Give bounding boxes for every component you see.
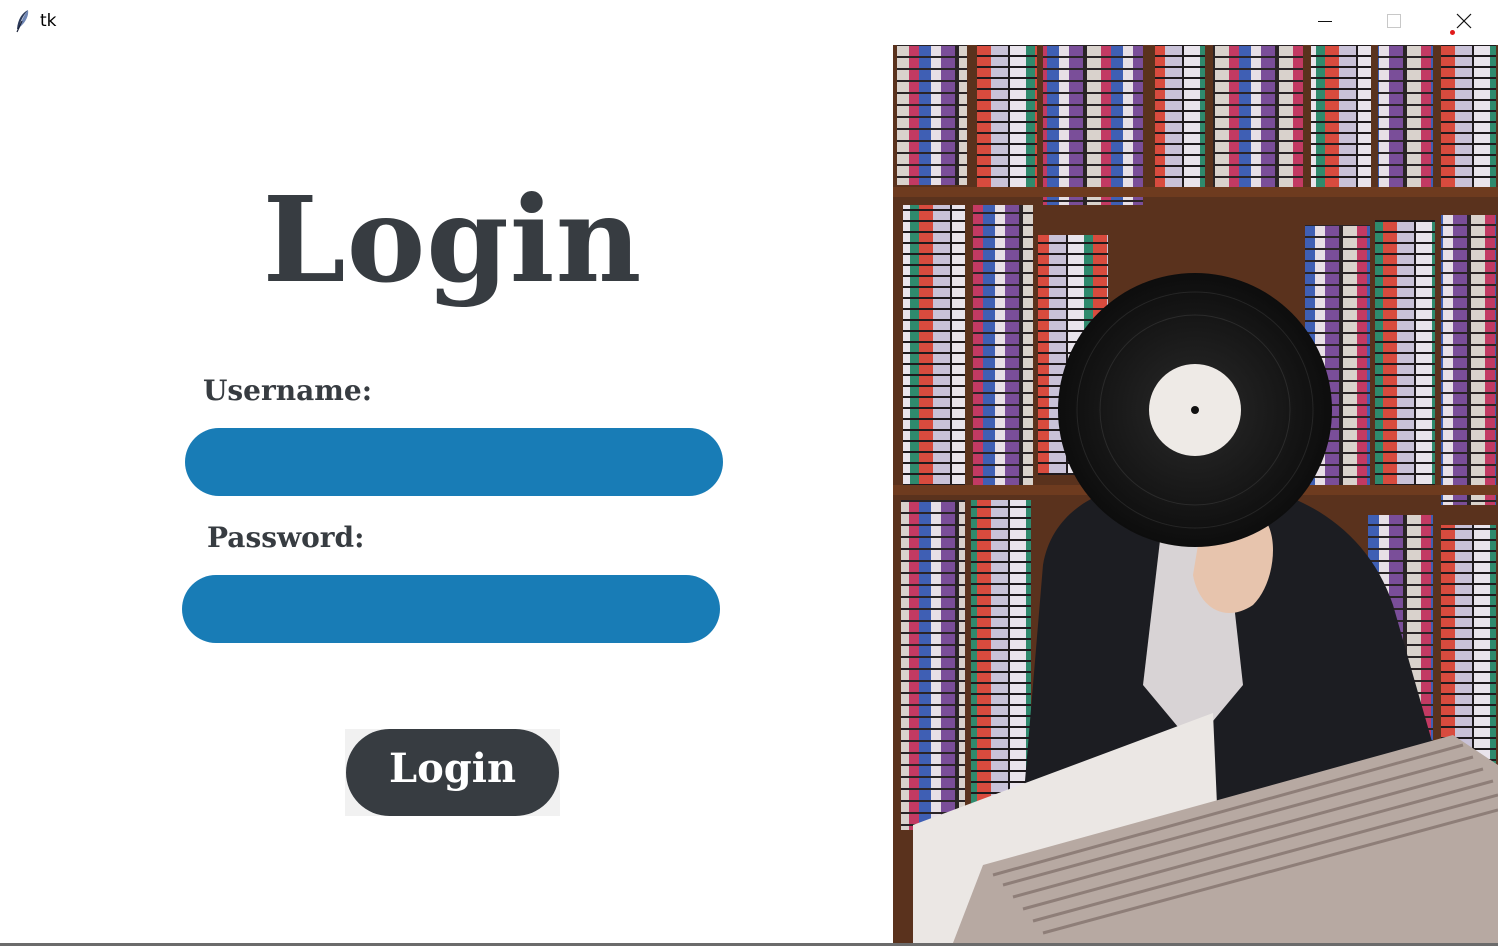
login-button[interactable]: Login [346, 729, 559, 816]
username-input[interactable] [185, 428, 723, 496]
minimize-button[interactable] [1292, 0, 1358, 45]
page-title: Login [262, 170, 643, 309]
maximize-icon [1387, 14, 1401, 28]
close-button[interactable] [1430, 0, 1496, 45]
username-label: Username: [203, 374, 373, 407]
login-button-frame: Login [345, 729, 560, 816]
password-label: Password: [207, 521, 365, 554]
photo-illustration [893, 45, 1498, 943]
title-bar: tk [0, 0, 1498, 45]
minimize-icon [1318, 21, 1332, 22]
indicator-dot [1450, 30, 1455, 35]
close-icon [1456, 13, 1472, 29]
record-store-photo [893, 45, 1498, 943]
maximize-button[interactable] [1361, 0, 1427, 45]
feather-icon [16, 10, 29, 33]
password-input[interactable] [182, 575, 720, 643]
window-title: tk [40, 11, 57, 31]
